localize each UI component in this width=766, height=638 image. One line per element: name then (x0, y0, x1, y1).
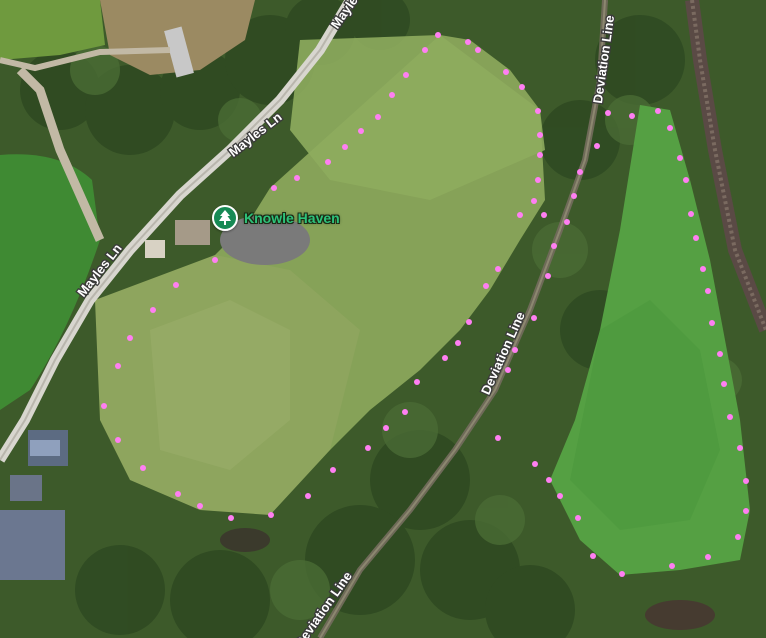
satellite-imagery: Mayles Ln Mayles Ln Deviation Line Devia… (0, 0, 766, 638)
poi-label[interactable]: Knowle Haven (244, 210, 340, 226)
map-view[interactable]: Mayles Ln Mayles Ln Deviation Line Devia… (0, 0, 766, 638)
poi-knowle-haven[interactable]: Knowle Haven (212, 205, 340, 231)
tree-icon[interactable] (212, 205, 238, 231)
